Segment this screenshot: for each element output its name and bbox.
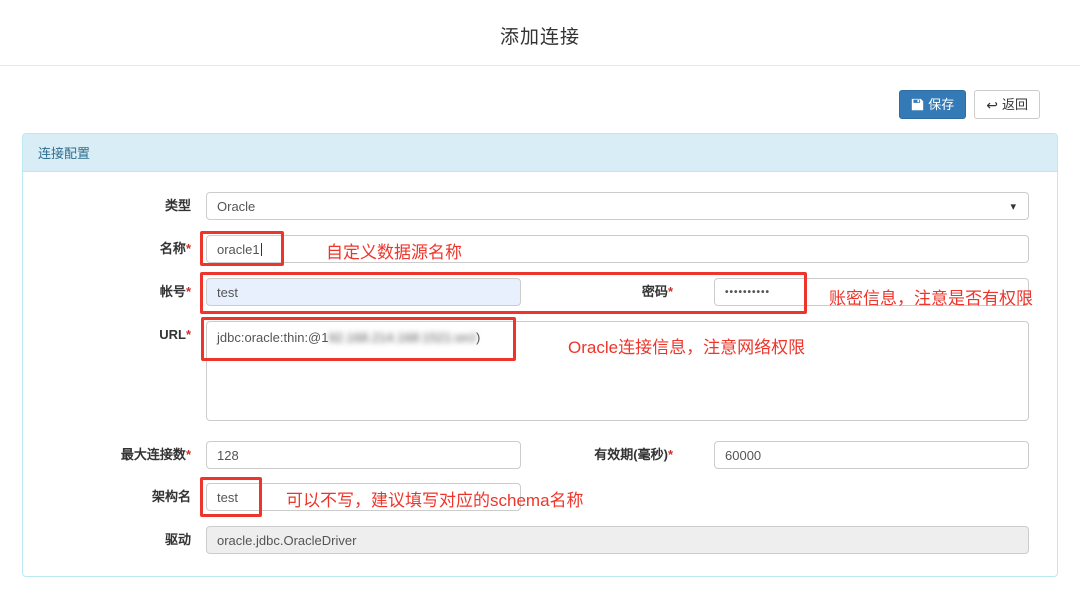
url-value-prefix: jdbc:oracle:thin:@1 [217, 330, 329, 345]
max-connections-required-mark: * [185, 447, 191, 462]
toolbar: 保存 ↩ 返回 [0, 66, 1080, 119]
name-required-mark: * [185, 241, 191, 256]
type-select-value: Oracle [217, 198, 256, 214]
validity-input[interactable] [714, 441, 1029, 469]
url-required-mark: * [185, 327, 191, 342]
password-required-mark: * [667, 284, 673, 299]
password-input[interactable] [714, 278, 1029, 306]
account-password-row: 帐号* 密码* 账密信息，注意是否有权限 [51, 272, 1033, 314]
back-button-label: 返回 [1001, 97, 1028, 112]
driver-input [206, 526, 1029, 554]
driver-label: 驱动 [164, 532, 191, 547]
url-value-suffix: ) [475, 330, 481, 345]
maxconn-validity-row: 最大连接数* 有效期(毫秒)* [51, 441, 1029, 469]
name-label: 名称 [159, 241, 186, 256]
text-cursor [260, 242, 262, 256]
back-arrow-icon: ↩ [986, 96, 998, 113]
connection-config-panel: 连接配置 类型 Oracle ▾ 名称* oracle1 自定义数据源名称 帐号… [22, 133, 1058, 577]
save-button-label: 保存 [928, 97, 955, 112]
schema-row: 架构名 可以不写，建议填写对应的schema名称 [51, 477, 1029, 517]
validity-required-mark: * [667, 447, 673, 462]
max-connections-input[interactable] [206, 441, 521, 469]
name-row: 名称* oracle1 自定义数据源名称 [51, 231, 1029, 266]
back-button[interactable]: ↩ 返回 [974, 90, 1040, 119]
url-row: URL* jdbc:oracle:thin:@192.168.214.168:1… [51, 317, 1029, 421]
validity-label: 有效期(毫秒) [594, 447, 668, 462]
account-label: 帐号 [159, 284, 186, 299]
url-value-redacted: 92.168.214.168:1521:orcl [328, 330, 476, 345]
panel-body: 类型 Oracle ▾ 名称* oracle1 自定义数据源名称 帐号* tes… [23, 172, 1057, 596]
page-title: 添加连接 [499, 27, 580, 48]
type-select[interactable]: Oracle ▾ [206, 192, 1029, 220]
url-textarea[interactable]: jdbc:oracle:thin:@192.168.214.168:1521:o… [206, 321, 1029, 421]
password-label: 密码 [641, 284, 668, 299]
name-input-value: oracle1 [217, 241, 260, 257]
panel-header: 连接配置 [23, 134, 1057, 172]
save-floppy-icon [911, 98, 924, 111]
schema-input[interactable] [206, 483, 521, 511]
account-required-mark: * [185, 284, 191, 299]
type-label: 类型 [164, 198, 191, 213]
chevron-down-icon: ▾ [1010, 200, 1016, 213]
save-button[interactable]: 保存 [899, 90, 967, 119]
driver-row: 驱动 [51, 526, 1029, 554]
url-label: URL [159, 327, 186, 342]
schema-label: 架构名 [151, 489, 191, 504]
name-input[interactable]: oracle1 [206, 235, 1029, 263]
type-row: 类型 Oracle ▾ [51, 192, 1029, 220]
max-connections-label: 最大连接数 [120, 447, 186, 462]
account-input[interactable] [206, 278, 521, 306]
